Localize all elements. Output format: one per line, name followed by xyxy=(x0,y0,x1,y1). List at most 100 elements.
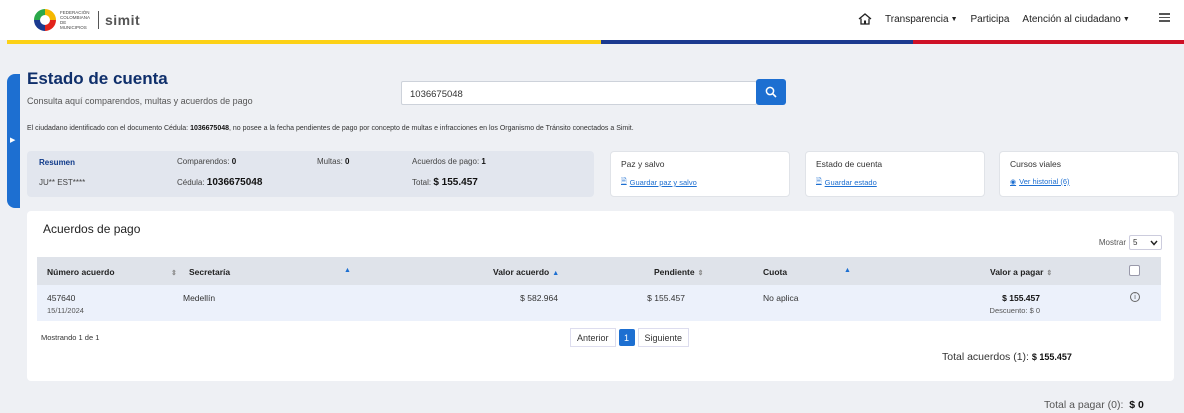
ver-historial-link[interactable]: ◉ Ver historial (6) xyxy=(1010,177,1070,186)
header-valor-pagar[interactable]: Valor a pagar ⇕ xyxy=(990,267,1052,277)
logo[interactable]: FEDERACIÓN COLOMBIANA DE MUNICIPIOS simi… xyxy=(34,9,140,31)
total-acuerdos-label: Total acuerdos (1): xyxy=(942,351,1029,363)
document-icon: 🗎 xyxy=(621,178,627,185)
info-document: 1036675048 xyxy=(190,125,229,132)
sort-icon: ⇕ xyxy=(697,270,704,277)
caret-down-icon: ▼ xyxy=(1122,15,1130,23)
simit-brand: simit xyxy=(105,12,141,28)
header-secretaria[interactable]: Secretaría xyxy=(189,267,230,277)
logo-divider xyxy=(98,11,99,29)
card-link-label: Guardar estado xyxy=(824,178,877,187)
header-numero-label: Número acuerdo xyxy=(47,267,115,277)
page-size-value: 5 xyxy=(1133,238,1138,247)
side-panel-toggle[interactable]: ▶ xyxy=(7,74,20,208)
header-valor-acuerdo[interactable]: Valor acuerdo ▲ xyxy=(493,267,559,277)
sort-asc-icon[interactable]: ▲ xyxy=(844,267,851,274)
cell-pendiente: $ 155.457 xyxy=(647,293,685,303)
select-all-checkbox[interactable] xyxy=(1129,265,1140,276)
multas-value: 0 xyxy=(345,157,350,166)
table-header: Número acuerdo ⇕ Secretaría ▲ Valor acue… xyxy=(37,257,1161,285)
card-link-label: Guardar paz y salvo xyxy=(629,178,697,187)
card-title: Estado de cuenta xyxy=(816,159,883,169)
total-pagar-value: $ 0 xyxy=(1129,399,1144,411)
multas-label: Multas: xyxy=(317,157,346,166)
nav-transparencia[interactable]: Transparencia ▼ xyxy=(885,14,958,25)
pagination-page-1[interactable]: 1 xyxy=(618,329,635,346)
cell-valor-acuerdo: $ 582.964 xyxy=(520,293,558,303)
page-subtitle: Consulta aquí comparendos, multas y acue… xyxy=(27,96,253,106)
summary-card: Resumen JU** EST**** Comparendos: 0 Cédu… xyxy=(27,151,594,197)
nav-participa[interactable]: Participa xyxy=(971,14,1010,25)
info-message: El ciudadano identificado con el documen… xyxy=(27,125,634,132)
summary-label: Resumen xyxy=(39,158,76,167)
site-header: FEDERACIÓN COLOMBIANA DE MUNICIPIOS simi… xyxy=(0,0,1184,40)
summary-multas: Multas: 0 xyxy=(317,157,349,166)
acuerdos-label: Acuerdos de pago: xyxy=(412,157,482,166)
sort-icon[interactable]: ⇕ xyxy=(168,267,177,277)
pagination-summary: Mostrando 1 de 1 xyxy=(41,333,100,342)
header-numero[interactable]: Número acuerdo xyxy=(47,267,115,277)
total-label: Total: xyxy=(412,178,434,187)
home-icon[interactable] xyxy=(858,13,872,25)
federacion-text: FEDERACIÓN COLOMBIANA DE MUNICIPIOS xyxy=(60,10,94,30)
info-suffix: , no posee a la fecha pendientes de pago… xyxy=(229,125,634,132)
info-prefix: El ciudadano identificado con el documen… xyxy=(27,125,191,132)
guardar-estado-link[interactable]: 🗎 Guardar estado xyxy=(816,177,877,188)
card-link-label: Ver historial (6) xyxy=(1019,177,1070,186)
comparendos-label: Comparendos: xyxy=(177,157,232,166)
cell-fecha: 15/11/2024 xyxy=(47,306,84,315)
cedula-value: 1036675048 xyxy=(206,177,263,188)
cell-cuota: No aplica xyxy=(763,293,799,303)
card-title: Cursos viales xyxy=(1010,159,1062,169)
cell-descuento: Descuento: $ 0 xyxy=(989,306,1040,315)
header-pendiente[interactable]: Pendiente ⇕ xyxy=(654,267,704,277)
card-paz-y-salvo: Paz y salvo 🗎 Guardar paz y salvo xyxy=(610,151,790,197)
nav-participa-label: Participa xyxy=(970,13,1010,25)
nav-atencion-label: Atención al ciudadano xyxy=(1022,13,1121,25)
header-pendiente-label: Pendiente xyxy=(654,267,695,277)
header-cuota[interactable]: Cuota xyxy=(763,267,787,277)
card-estado-de-cuenta: Estado de cuenta 🗎 Guardar estado xyxy=(805,151,985,197)
table-row[interactable]: 457640 15/11/2024 Medellín $ 582.964 $ 1… xyxy=(37,285,1161,321)
search-input[interactable]: 1036675048 xyxy=(401,81,757,105)
summary-acuerdos: Acuerdos de pago: 1 xyxy=(412,157,486,166)
flag-blue xyxy=(601,40,913,44)
cell-valor-pagar: $ 155.457 xyxy=(1002,293,1040,303)
header-valor-pagar-label: Valor a pagar xyxy=(990,267,1044,277)
card-cursos-viales: Cursos viales ◉ Ver historial (6) xyxy=(999,151,1179,197)
federacion-logo-icon xyxy=(34,9,56,31)
cell-numero: 457640 xyxy=(47,293,76,303)
sort-asc-icon[interactable]: ▲ xyxy=(344,267,351,274)
sort-asc-icon: ▲ xyxy=(552,270,560,277)
total-acuerdos-value: $ 155.457 xyxy=(1031,352,1072,362)
search-button[interactable] xyxy=(756,79,786,105)
sort-icon: ⇕ xyxy=(1046,270,1053,277)
nav-atencion[interactable]: Atención al ciudadano ▼ xyxy=(1022,14,1129,25)
eye-icon: ◉ xyxy=(1010,178,1017,186)
header-secretaria-label: Secretaría xyxy=(189,267,231,277)
total-pagar: Total a pagar (0): $ 0 xyxy=(1044,399,1144,411)
hamburger-menu-icon[interactable] xyxy=(1159,13,1170,22)
guardar-paz-y-salvo-link[interactable]: 🗎 Guardar paz y salvo xyxy=(621,177,697,188)
pagination-next-button[interactable]: Siguiente xyxy=(637,328,690,347)
search-icon xyxy=(765,86,777,98)
info-icon[interactable]: i xyxy=(1130,292,1140,302)
page-title: Estado de cuenta xyxy=(27,69,168,88)
panel-title: Acuerdos de pago xyxy=(43,222,141,236)
flag-bar xyxy=(7,40,1184,44)
cell-secretaria: Medellín xyxy=(183,293,216,303)
caret-down-icon: ▼ xyxy=(950,15,958,23)
pagination-prev-button[interactable]: Anterior xyxy=(570,328,616,347)
acuerdos-panel: Acuerdos de pago Mostrar 5 Número acuerd… xyxy=(27,211,1174,381)
total-pagar-label: Total a pagar (0): xyxy=(1044,399,1124,411)
total-value: $ 155.457 xyxy=(433,177,478,188)
page-size-control: Mostrar 5 xyxy=(1099,235,1162,250)
card-title: Paz y salvo xyxy=(621,159,665,169)
cedula-label: Cédula: xyxy=(177,178,207,187)
page-size-select[interactable]: 5 xyxy=(1129,235,1162,250)
total-acuerdos: Total acuerdos (1): $ 155.457 xyxy=(942,351,1072,363)
comparendos-value: 0 xyxy=(231,157,237,166)
document-icon: 🗎 xyxy=(816,178,822,185)
summary-cedula: Cédula: 1036675048 xyxy=(177,177,262,188)
header-valor-acuerdo-label: Valor acuerdo xyxy=(493,267,550,277)
